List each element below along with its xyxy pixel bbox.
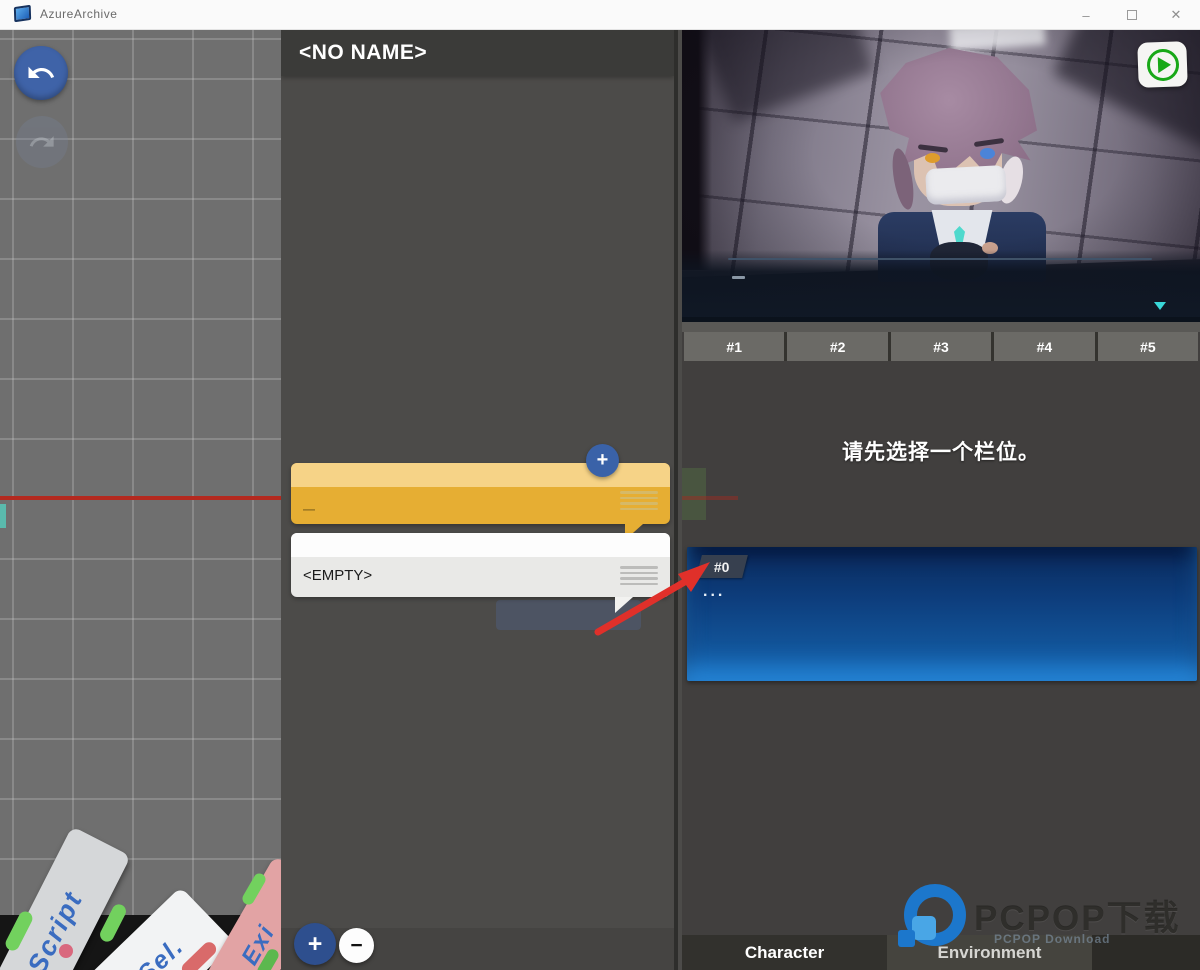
bottom-tab-bar: Character Environment — [682, 935, 1200, 970]
speaker-name-label: <NO NAME> — [299, 41, 427, 65]
slot-tab-bar: #1 #2 #3 #4 #5 — [684, 332, 1198, 361]
close-button[interactable]: ✕ — [1154, 0, 1198, 30]
tab-character[interactable]: Character — [682, 935, 887, 970]
timeline-red-line — [0, 496, 281, 500]
add-entry-button[interactable]: + — [294, 923, 336, 965]
message-card-text: — — [303, 502, 315, 516]
node-grid-panel[interactable]: Script Sel. Exi — [0, 30, 281, 970]
maximize-icon — [1127, 10, 1137, 20]
redo-button[interactable] — [16, 116, 68, 168]
tab-strip-divider — [682, 322, 1200, 332]
minimize-icon: – — [1082, 8, 1089, 23]
timeline-marker — [0, 504, 6, 528]
minimize-button[interactable]: – — [1064, 0, 1108, 30]
title-bar: AzureArchive – ✕ — [0, 0, 1200, 30]
scene-preview — [682, 30, 1200, 322]
app-window: AzureArchive – ✕ Script Sel. Exi — [0, 0, 1200, 970]
app-title: AzureArchive — [40, 7, 117, 21]
undo-button[interactable] — [14, 46, 68, 100]
dialogue-bottom-edge — [682, 317, 1200, 322]
plus-icon: + — [308, 930, 323, 959]
dialogue-dash — [732, 276, 745, 279]
maximize-button[interactable] — [1110, 0, 1154, 30]
remove-entry-button[interactable]: − — [339, 928, 374, 963]
select-slot-hint: 请先选择一个栏位。 — [682, 436, 1200, 466]
add-message-button[interactable]: + — [586, 444, 619, 477]
app-logo-icon — [14, 5, 31, 22]
speaker-name-header: <NO NAME> — [281, 30, 674, 76]
close-icon: ✕ — [1171, 7, 1182, 23]
background-artifact — [682, 496, 738, 500]
slot-0-panel[interactable]: #0 ... — [687, 547, 1197, 681]
play-icon — [1146, 48, 1179, 81]
pink-dot-icon — [59, 944, 73, 958]
dialogue-box — [682, 250, 1200, 322]
annotation-arrow — [588, 552, 722, 640]
slot-tab-5[interactable]: #5 — [1098, 332, 1198, 361]
next-indicator-icon — [1154, 302, 1166, 310]
message-list-panel: <NO NAME> — + <EMPTY> + − — [281, 30, 678, 970]
slot-tab-4[interactable]: #4 — [994, 332, 1094, 361]
inspector-panel: #1 #2 #3 #4 #5 请先选择一个栏位。 #0 ... Characte… — [682, 30, 1200, 970]
background-artifact — [682, 468, 706, 520]
plus-icon: + — [597, 449, 609, 472]
slot-tab-3[interactable]: #3 — [891, 332, 991, 361]
dialogue-divider — [728, 258, 1152, 260]
empty-card-label: <EMPTY> — [303, 567, 372, 584]
slot-tab-2[interactable]: #2 — [787, 332, 887, 361]
script-tag-label: Script — [21, 886, 89, 970]
tab-environment[interactable]: Environment — [887, 935, 1092, 970]
redo-icon — [28, 128, 56, 156]
slot-tab-1[interactable]: #1 — [684, 332, 784, 361]
minus-icon: − — [350, 934, 362, 958]
drag-handle-icon[interactable] — [620, 491, 658, 510]
play-button[interactable] — [1137, 41, 1188, 88]
undo-icon — [26, 58, 56, 88]
sel-tag-label: Sel. — [132, 931, 190, 970]
